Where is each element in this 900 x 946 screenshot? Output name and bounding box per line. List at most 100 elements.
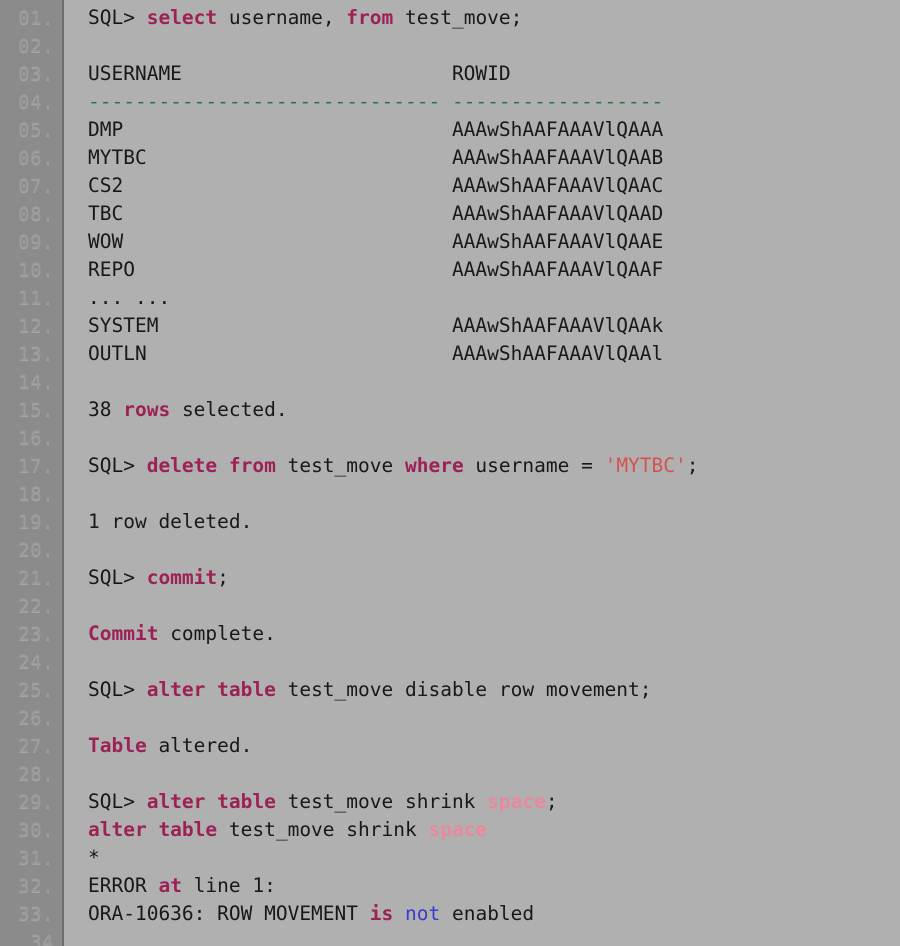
token-plain: ; — [686, 454, 699, 477]
token-plain: OUTLN AAAwShAAFAAAVlQAAl — [88, 342, 664, 365]
token-plain: test_move — [275, 454, 405, 477]
line-number: 25. — [18, 679, 54, 701]
code-line[interactable]: ORA-10636: ROW MOVEMENT is not enabled — [88, 900, 900, 928]
sql-console: 01. 02. 03. 04. 05. 06. 07. 08. 09. 10. 11. 12. 13. 1… — [0, 0, 900, 946]
token-plain: ; — [217, 566, 229, 589]
code-line[interactable]: ERROR at line 1: — [88, 872, 900, 900]
code-line[interactable]: SQL> commit; — [88, 564, 900, 592]
line-number: 02. — [18, 35, 54, 57]
token-plain: line 1: — [181, 874, 276, 897]
token-kw: is — [369, 902, 394, 925]
line-number: 27. — [18, 735, 54, 757]
code-line[interactable]: * — [88, 844, 900, 872]
line-number: 20. — [18, 539, 54, 561]
code-line[interactable] — [88, 32, 900, 60]
token-plain: CS2 AAAwShAAFAAAVlQAAC — [88, 174, 664, 197]
token-plain: SQL> — [88, 6, 147, 29]
line-number: 24. — [18, 651, 54, 673]
line-number: 11. — [18, 287, 54, 309]
token-plain: SQL> — [88, 566, 147, 589]
code-line[interactable]: USERNAME ROWID — [88, 60, 900, 88]
token-plain: enabled — [440, 902, 535, 925]
code-line[interactable] — [88, 536, 900, 564]
token-kw: rows — [123, 398, 171, 421]
token-spc: space — [428, 818, 488, 841]
token-plain: SQL> — [88, 454, 147, 477]
code-line[interactable] — [88, 648, 900, 676]
code-line[interactable]: DMP AAAwShAAFAAAVlQAAA — [88, 116, 900, 144]
token-kw: where — [404, 454, 464, 477]
code-line[interactable] — [88, 704, 900, 732]
line-number: 19. — [18, 511, 54, 533]
code-line[interactable]: ... ... — [88, 284, 900, 312]
token-kw: alter table — [88, 818, 218, 841]
line-number: 04. — [18, 91, 54, 113]
line-number: 05. — [18, 119, 54, 141]
token-plain: altered. — [146, 734, 253, 757]
line-number: 13. — [18, 343, 54, 365]
token-plain: SYSTEM AAAwShAAFAAAVlQAAk — [88, 314, 664, 337]
token-kw: alter table — [146, 790, 276, 813]
token-kw: delete from — [146, 454, 276, 477]
token-plain: test_move shrink — [217, 818, 429, 841]
line-number: 33. — [18, 903, 54, 925]
token-kw: commit — [146, 566, 218, 589]
line-number: 28. — [18, 763, 54, 785]
code-line[interactable]: SQL> delete from test_move where usernam… — [88, 452, 900, 480]
code-line[interactable]: REPO AAAwShAAFAAAVlQAAF — [88, 256, 900, 284]
code-line[interactable]: OUTLN AAAwShAAFAAAVlQAAl — [88, 340, 900, 368]
code-line[interactable]: SQL> select username, from test_move; — [88, 4, 900, 32]
line-number: 03. — [18, 63, 54, 85]
token-plain: REPO AAAwShAAFAAAVlQAAF — [88, 258, 664, 281]
line-number: 17. — [18, 455, 54, 477]
code-line[interactable]: SYSTEM AAAwShAAFAAAVlQAAk — [88, 312, 900, 340]
line-number: 01. — [18, 7, 54, 29]
code-line[interactable]: SQL> alter table test_move disable row m… — [88, 676, 900, 704]
code-line[interactable]: alter table test_move shrink space — [88, 816, 900, 844]
token-plain: TBC AAAwShAAFAAAVlQAAD — [88, 202, 664, 225]
token-plain: SQL> — [88, 790, 147, 813]
code-line[interactable] — [88, 760, 900, 788]
token-plain: ORA-10636: ROW MOVEMENT — [88, 902, 370, 925]
line-number: 06. — [18, 147, 54, 169]
token-plain: ERROR — [88, 874, 159, 897]
code-line[interactable]: WOW AAAwShAAFAAAVlQAAE — [88, 228, 900, 256]
token-plain: ... ... — [88, 286, 171, 309]
code-line[interactable] — [88, 480, 900, 508]
code-content-area[interactable]: SQL> select username, from test_move; USE… — [64, 0, 900, 946]
code-line[interactable] — [88, 928, 900, 946]
code-line[interactable]: ------------------------------ ---------… — [88, 88, 900, 116]
token-plain: username, — [217, 6, 347, 29]
line-number: 09. — [18, 231, 54, 253]
code-line[interactable] — [88, 368, 900, 396]
line-number: 22. — [18, 595, 54, 617]
line-number: 14. — [18, 371, 54, 393]
code-line[interactable]: SQL> alter table test_move shrink space; — [88, 788, 900, 816]
token-plain: * — [88, 846, 100, 869]
code-line[interactable] — [88, 424, 900, 452]
code-line[interactable]: Commit complete. — [88, 620, 900, 648]
line-number: 12. — [18, 315, 54, 337]
code-line[interactable]: CS2 AAAwShAAFAAAVlQAAC — [88, 172, 900, 200]
code-line[interactable]: TBC AAAwShAAFAAAVlQAAD — [88, 200, 900, 228]
token-plain: 38 — [88, 398, 124, 421]
code-line[interactable]: Table altered. — [88, 732, 900, 760]
token-plain: ; — [545, 790, 558, 813]
token-kw: Table — [88, 734, 147, 757]
code-line[interactable]: MYTBC AAAwShAAFAAAVlQAAB — [88, 144, 900, 172]
line-number: 21. — [18, 567, 54, 589]
line-number: 31. — [18, 847, 54, 869]
token-plain: DMP AAAwShAAFAAAVlQAAA — [88, 118, 664, 141]
code-line[interactable]: 38 rows selected. — [88, 396, 900, 424]
code-line[interactable]: 1 row deleted. — [88, 508, 900, 536]
line-number: 18. — [18, 483, 54, 505]
token-kw: Commit — [88, 622, 159, 645]
token-plain: test_move shrink — [275, 790, 488, 813]
token-plain: USERNAME ROWID — [88, 62, 511, 85]
line-number: 15. — [18, 399, 54, 421]
line-number: 23. — [18, 623, 54, 645]
line-number: 26. — [18, 707, 54, 729]
token-plain: username = — [463, 454, 605, 477]
code-line[interactable] — [88, 592, 900, 620]
